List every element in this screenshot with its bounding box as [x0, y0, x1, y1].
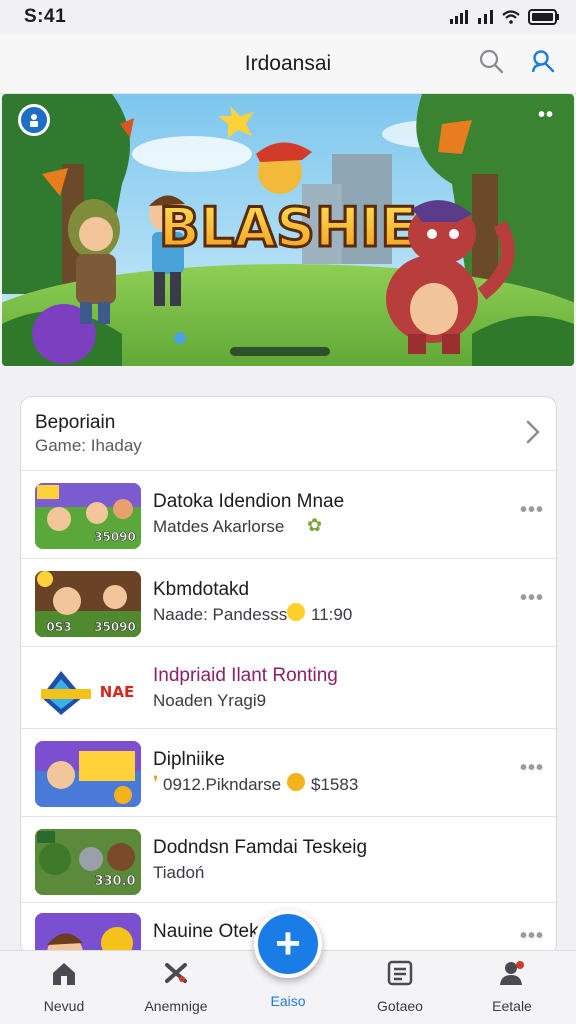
wifi-icon [502, 10, 520, 24]
add-button[interactable]: + [254, 910, 322, 978]
game-thumbnail: 0S3 35090 [35, 571, 141, 637]
list-item[interactable]: 35090 Datoka Idendion Mnae Matdes Akarlo… [21, 471, 556, 559]
more-options-icon[interactable]: ••• [520, 587, 544, 610]
item-meta: Tiadoń [153, 863, 205, 882]
thumb-label: 330.0 [94, 874, 135, 889]
leaf-icon: ✿ [307, 515, 323, 535]
item-name: Kbmdotakd [153, 579, 250, 600]
chevron-right-icon[interactable] [524, 419, 542, 445]
thumb-label: NAE [100, 683, 134, 701]
tag-icon: ❜ [153, 773, 159, 792]
search-icon[interactable] [478, 48, 504, 74]
banner-badge-icon [18, 104, 50, 136]
tab-news[interactable]: Gotaeo [350, 959, 450, 1014]
thumb-label: 35090 [94, 620, 136, 634]
news-icon [387, 960, 413, 986]
profile-search-icon[interactable] [530, 48, 556, 74]
banner-logo-text: BLASHIE [159, 196, 417, 259]
section-subtitle: Game: Ihaday [35, 436, 142, 455]
section-title: Beporiain [35, 412, 116, 433]
list-item[interactable]: NAE Indpriaid Ilant Ronting Noaden Yragi… [21, 647, 556, 729]
game-thumbnail: 330.0 [35, 829, 141, 895]
item-meta-extra: 11:90 [311, 605, 353, 624]
tab-games[interactable]: Anemnige [126, 959, 226, 1014]
games-list-card: Beporiain Game: Ihaday 35090 Datoka Iden… [20, 396, 557, 956]
profile-icon [500, 961, 524, 985]
banner-artwork: BLASHIE [2, 94, 574, 366]
carousel-indicator [230, 347, 330, 356]
status-time: S:41 [24, 6, 67, 27]
page-title: Irdoansai [244, 51, 332, 75]
list-item[interactable]: Diplniike ❜ 0912.Pikndarse $1583 ••• [21, 729, 556, 817]
signal-icon-2 [478, 10, 493, 24]
item-name: Diplniike [153, 749, 225, 770]
list-item[interactable]: 330.0 Dodndsn Famdai Teskeig Tiadoń [21, 817, 556, 903]
item-meta: 0912.Pikndarse [163, 775, 282, 794]
coin-icon [287, 773, 305, 791]
games-icon [165, 963, 187, 983]
item-meta: Naade: Pandesss [153, 605, 288, 624]
app-header: Irdoansai [0, 34, 576, 94]
list-item[interactable]: 0S3 35090 Kbmdotakd Naade: Pandesss 11:90… [21, 559, 556, 647]
home-icon [53, 963, 75, 985]
smiley-icon [287, 603, 305, 621]
banner-more-icon[interactable]: •• [538, 104, 554, 127]
tab-label: Eaiso [270, 993, 306, 1009]
more-options-icon[interactable]: ••• [520, 925, 544, 948]
tab-label: Gotaeo [377, 998, 423, 1014]
featured-banner[interactable]: BLASHIE [2, 94, 574, 366]
section-header[interactable]: Beporiain Game: Ihaday [21, 397, 556, 471]
status-bar: S:41 [0, 0, 576, 34]
battery-icon [528, 9, 559, 25]
tab-label: Nevud [43, 998, 85, 1014]
item-meta: Matdes Akarlorse [153, 517, 285, 536]
item-name: Nauine Otek [153, 921, 259, 942]
thumb-label: 0S3 [46, 620, 71, 634]
tab-label: Eetale [492, 998, 532, 1014]
system-icons [450, 9, 560, 25]
game-thumbnail: NAE [35, 657, 141, 723]
thumb-label: 35090 [94, 530, 136, 544]
game-thumbnail: 35090 [35, 483, 141, 549]
item-name: Indpriaid Ilant Ronting [153, 665, 338, 686]
item-meta-extra: $1583 [311, 775, 359, 794]
item-name: Dodndsn Famdai Teskeig [153, 837, 368, 858]
tab-add[interactable]: Eaiso [238, 987, 338, 1009]
more-options-icon[interactable]: ••• [520, 499, 544, 522]
more-options-icon[interactable]: ••• [520, 757, 544, 780]
item-meta: Noaden Yragi9 [153, 691, 267, 710]
item-name: Datoka Idendion Mnae [153, 491, 345, 512]
tab-profile[interactable]: Eetale [462, 959, 562, 1014]
signal-icon [450, 10, 468, 24]
tab-label: Anemnige [144, 998, 208, 1014]
tab-home[interactable]: Nevud [14, 959, 114, 1014]
game-thumbnail [35, 741, 141, 807]
